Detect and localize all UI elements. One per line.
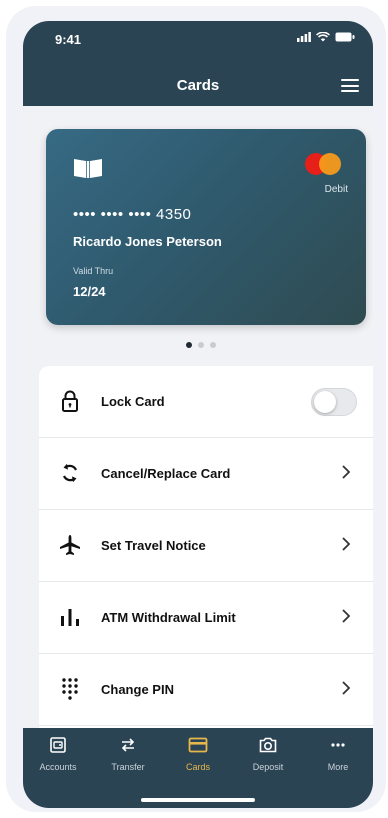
tab-deposit[interactable]: Deposit: [233, 736, 303, 772]
wifi-icon: [316, 32, 330, 42]
tab-cards[interactable]: Cards: [163, 736, 233, 772]
more-icon: [331, 743, 345, 747]
lock-icon: [62, 390, 78, 412]
card-type: Debit: [324, 184, 348, 195]
home-indicator[interactable]: [141, 798, 255, 802]
status-icons: [297, 32, 355, 42]
menu-icon[interactable]: [341, 79, 359, 92]
chevron-right-icon: [342, 537, 351, 551]
card-actions-list: Lock Card Cancel/Replace Card Set Travel…: [39, 366, 373, 728]
tab-transfer[interactable]: Transfer: [93, 736, 163, 772]
mastercard-logo: [303, 153, 343, 179]
signal-icon: [297, 32, 311, 42]
lock-card-row[interactable]: Lock Card: [39, 366, 373, 438]
change-pin-row[interactable]: Change PIN: [39, 654, 373, 726]
tab-deposit-label: Deposit: [252, 762, 284, 772]
cancel-replace-card-row[interactable]: Cancel/Replace Card: [39, 438, 373, 510]
lock-card-label: Lock Card: [101, 394, 165, 409]
change-pin-label: Change PIN: [101, 682, 174, 697]
tab-transfer-label: Transfer: [111, 762, 145, 772]
camera-icon: [259, 737, 277, 753]
transfer-icon: [121, 738, 135, 752]
keypad-icon: [62, 678, 78, 700]
chevron-right-icon: [342, 609, 351, 623]
tab-cards-label: Cards: [185, 762, 210, 772]
tab-accounts[interactable]: Accounts: [23, 736, 93, 772]
carousel-dot-3[interactable]: [210, 342, 216, 348]
accounts-icon: [50, 737, 66, 753]
status-time: 9:41: [55, 32, 82, 47]
travel-notice-row[interactable]: Set Travel Notice: [39, 510, 373, 582]
atm-limit-label: ATM Withdrawal Limit: [101, 610, 236, 625]
page-title: Cards: [176, 77, 220, 94]
phone-screen: 9:41 Cards Debit •••• •••• •••• 4350 Ric…: [23, 21, 373, 808]
airplane-icon: [60, 535, 80, 555]
valid-thru-date: 12/24: [73, 284, 106, 299]
bank-logo-icon: [74, 159, 102, 178]
chevron-right-icon: [342, 681, 351, 695]
travel-notice-label: Set Travel Notice: [101, 538, 206, 553]
card-holder-name: Ricardo Jones Peterson: [73, 234, 222, 249]
top-bar: 9:41 Cards: [23, 21, 373, 106]
card-icon: [188, 737, 208, 753]
tab-more[interactable]: More: [303, 736, 373, 772]
toggle-knob: [314, 391, 336, 413]
bottom-tab-bar: Accounts Transfer Cards Deposit More: [23, 728, 373, 808]
carousel-dot-2[interactable]: [198, 342, 204, 348]
atm-limit-row[interactable]: ATM Withdrawal Limit: [39, 582, 373, 654]
bar-chart-icon: [61, 609, 79, 626]
lock-card-toggle[interactable]: [311, 388, 357, 416]
replace-icon: [62, 463, 78, 483]
chevron-right-icon: [342, 465, 351, 479]
valid-thru-label: Valid Thru: [73, 266, 114, 276]
tab-accounts-label: Accounts: [39, 762, 77, 772]
battery-icon: [335, 32, 355, 42]
tab-more-label: More: [327, 762, 349, 772]
card-number: •••• •••• •••• 4350: [73, 206, 192, 223]
debit-card[interactable]: Debit •••• •••• •••• 4350 Ricardo Jones …: [46, 129, 366, 325]
carousel-indicator: [186, 342, 216, 348]
carousel-dot-1[interactable]: [186, 342, 192, 348]
cancel-replace-card-label: Cancel/Replace Card: [101, 466, 231, 481]
